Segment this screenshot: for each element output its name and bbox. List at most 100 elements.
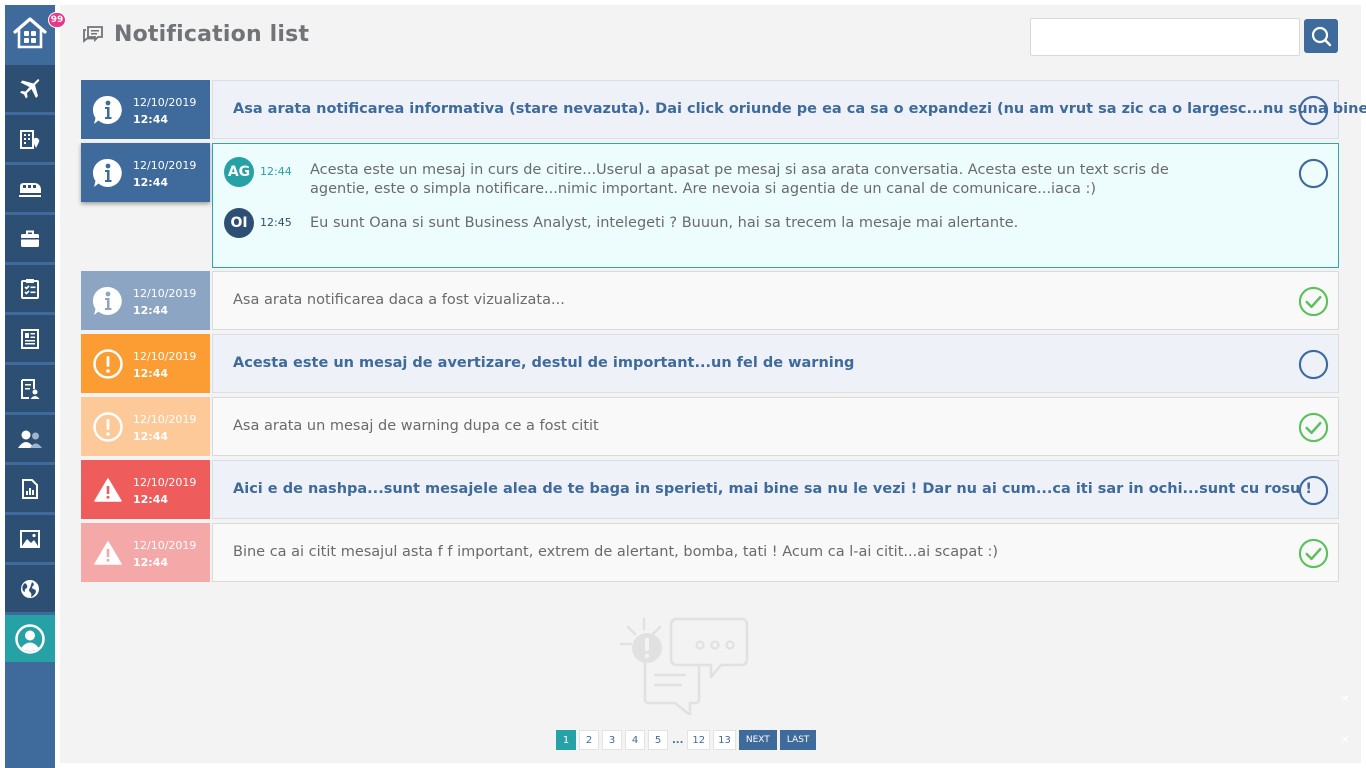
page-1-button[interactable]: 1	[556, 730, 576, 750]
page-4-button[interactable]: 4	[625, 730, 645, 750]
page-title: Notification list	[114, 22, 310, 47]
page-3-button[interactable]: 3	[602, 730, 622, 750]
globe-icon	[21, 579, 39, 598]
notification-date: 12/10/2019	[133, 96, 197, 109]
notification-list-icon	[83, 25, 103, 43]
notification-conversation[interactable]: AG 12:44 Acesta este un mesaj in curs de…	[212, 143, 1339, 268]
page-2-button[interactable]: 2	[579, 730, 599, 750]
train-icon	[19, 182, 41, 197]
sidebar-item-profile[interactable]	[5, 615, 55, 662]
alert-triangle-icon	[94, 478, 122, 502]
info-bubble-icon	[92, 95, 122, 124]
sidebar-item-world[interactable]	[5, 565, 55, 612]
notification-card[interactable]: Asa arata notificarea daca a fost vizual…	[212, 271, 1339, 330]
notification-time: 12:44	[133, 113, 169, 126]
sidebar-item-gallery[interactable]	[5, 515, 55, 562]
search-icon	[1311, 26, 1332, 47]
close-icon[interactable]: ✕	[1341, 735, 1349, 746]
warning-circle-icon	[93, 412, 123, 442]
document-chart-icon	[22, 478, 38, 499]
notification-card[interactable]: Aici e de nashpa...sunt mesajele alea de…	[212, 460, 1339, 519]
unread-circle-icon[interactable]	[1298, 158, 1329, 189]
report-user-icon	[21, 378, 40, 399]
page-12-button[interactable]: 12	[687, 730, 711, 750]
read-check-icon	[1298, 538, 1329, 569]
avatar: OI	[224, 208, 254, 238]
hotel-building-icon	[20, 129, 40, 149]
notification-time: 12:44	[133, 556, 169, 569]
notification-text: Asa arata notificarea daca a fost vizual…	[233, 292, 565, 308]
image-gallery-icon	[20, 529, 40, 548]
sidebar: 99	[5, 5, 66, 768]
message-text: Acesta este un mesaj in curs de citire..…	[310, 162, 1169, 197]
notification-time: 12:44	[133, 176, 169, 189]
airplane-icon	[20, 78, 40, 98]
sidebar-item-news[interactable]	[5, 315, 55, 362]
search-button[interactable]	[1304, 19, 1338, 53]
warning-circle-icon	[93, 349, 123, 379]
page-13-button[interactable]: 13	[713, 730, 736, 750]
notification-type-tile: 12/10/2019 12:44	[81, 523, 210, 582]
notification-time: 12:44	[133, 430, 169, 443]
unread-circle-icon[interactable]	[1298, 475, 1329, 506]
page-header: Notification list	[82, 22, 309, 47]
notification-card[interactable]: Asa arata notificarea informativa (stare…	[212, 80, 1366, 139]
info-bubble-icon	[92, 286, 122, 315]
notification-type-tile: 12/10/2019 12:44	[81, 80, 210, 139]
notification-card[interactable]: Asa arata un mesaj de warning dupa ce a …	[212, 397, 1339, 456]
read-check-icon	[1298, 286, 1329, 317]
home-button[interactable]	[5, 5, 55, 61]
notification-date: 12/10/2019	[133, 413, 197, 426]
last-page-button[interactable]: LAST	[779, 730, 817, 750]
sidebar-item-tasks[interactable]	[5, 265, 55, 312]
sidebar-item-flights[interactable]	[5, 65, 55, 112]
notification-date: 12/10/2019	[133, 287, 197, 300]
main-content: Notification list 12/10/2019 12:44 Asa a…	[60, 5, 1366, 763]
checklist-icon	[21, 278, 39, 299]
pagination: 1 2 3 4 5 ... 12 13 NEXT LAST	[556, 730, 817, 750]
sidebar-item-users[interactable]	[5, 415, 55, 462]
sidebar-item-reports[interactable]	[5, 365, 55, 412]
info-bubble-icon	[92, 158, 122, 187]
notification-time: 12:44	[133, 493, 169, 506]
notification-time: 12:44	[133, 367, 169, 380]
home-grid-icon	[13, 17, 47, 49]
user-profile-icon	[15, 623, 45, 654]
notification-type-tile: 12/10/2019 12:44	[81, 460, 210, 519]
sidebar-item-business[interactable]	[5, 215, 55, 262]
message-time: 12:44	[260, 165, 292, 178]
avatar: AG	[224, 157, 254, 187]
notification-type-tile: 12/10/2019 12:44	[81, 397, 210, 456]
notification-text: Asa arata un mesaj de warning dupa ce a …	[233, 418, 599, 434]
message-text: Eu sunt Oana si sunt Business Analyst, i…	[310, 215, 1019, 231]
sidebar-item-trains[interactable]	[5, 165, 55, 212]
read-check-icon	[1298, 412, 1329, 443]
newspaper-icon	[21, 328, 39, 349]
notification-type-tile: 12/10/2019 12:44	[81, 143, 210, 202]
sidebar-item-statistics[interactable]	[5, 465, 55, 512]
notification-date: 12/10/2019	[133, 159, 197, 172]
notification-type-tile: 12/10/2019 12:44	[81, 334, 210, 393]
briefcase-icon	[21, 230, 39, 247]
page-5-button[interactable]: 5	[648, 730, 668, 750]
search-input[interactable]	[1030, 18, 1300, 56]
messages-illustration-icon	[619, 617, 749, 715]
pagination-ellipsis: ...	[672, 734, 684, 746]
notification-text: Asa arata notificarea informativa (stare…	[233, 101, 1366, 117]
notification-date: 12/10/2019	[133, 476, 197, 489]
unread-circle-icon[interactable]	[1298, 349, 1329, 380]
notification-time: 12:44	[133, 304, 169, 317]
alert-triangle-icon	[94, 541, 122, 565]
notification-type-tile: 12/10/2019 12:44	[81, 271, 210, 330]
notification-card[interactable]: Bine ca ai citit mesajul asta f f import…	[212, 523, 1339, 582]
notification-card[interactable]: Acesta este un mesaj de avertizare, dest…	[212, 334, 1339, 393]
unread-circle-icon[interactable]	[1298, 95, 1329, 126]
close-icon[interactable]: ✕	[1341, 694, 1349, 705]
notification-date: 12/10/2019	[133, 350, 197, 363]
next-page-button[interactable]: NEXT	[738, 730, 777, 750]
notification-count-badge: 99	[48, 12, 66, 28]
notification-text: Aici e de nashpa...sunt mesajele alea de…	[233, 481, 1313, 497]
sidebar-item-hotels[interactable]	[5, 115, 55, 162]
message-time: 12:45	[260, 216, 292, 229]
notification-date: 12/10/2019	[133, 539, 197, 552]
